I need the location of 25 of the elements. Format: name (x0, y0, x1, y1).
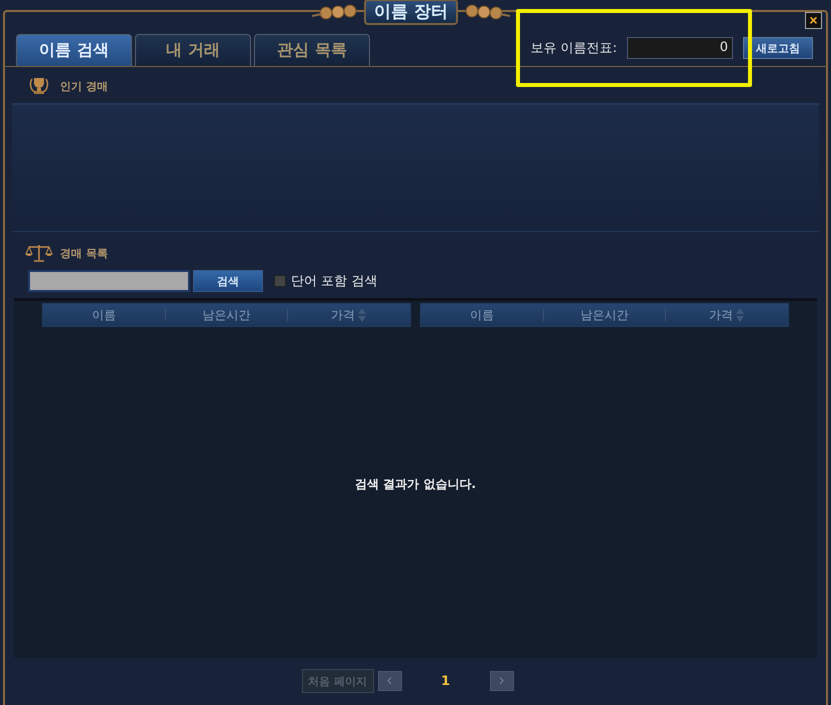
column-header: 가격 (709, 306, 734, 324)
balance-field: 0 (627, 37, 733, 59)
column-header: 남은시간 (202, 306, 250, 324)
tab[interactable]: 관심 목록 (254, 34, 370, 66)
column-header: 이름 (470, 306, 494, 324)
checkbox-label: 단어 포함 검색 (291, 273, 378, 290)
close-button[interactable]: × (805, 12, 822, 29)
section-title: 경매 목록 (60, 246, 108, 260)
section-title: 인기 경매 (60, 78, 108, 94)
page-number: 1 (440, 674, 452, 688)
balance-label: 보유 이름전표: (530, 40, 617, 57)
window-title: 이름 장터 (312, 0, 510, 24)
column-header: 가격 (331, 306, 356, 324)
empty-message: 검색 결과가 없습니다. (355, 476, 476, 493)
column-header: 이름 (92, 306, 116, 324)
sort-icon[interactable] (357, 307, 368, 323)
search-button[interactable]: 검색 (193, 270, 263, 292)
checkbox[interactable] (274, 275, 286, 287)
scales-icon (24, 243, 54, 263)
search-field[interactable] (28, 270, 190, 292)
sort-icon[interactable] (735, 307, 746, 323)
refresh-button[interactable]: 새로고침 (743, 37, 813, 59)
tab[interactable]: 내 거래 (135, 34, 251, 66)
tab[interactable]: 이름 검색 (16, 34, 132, 66)
column-header: 남은시간 (580, 306, 628, 324)
